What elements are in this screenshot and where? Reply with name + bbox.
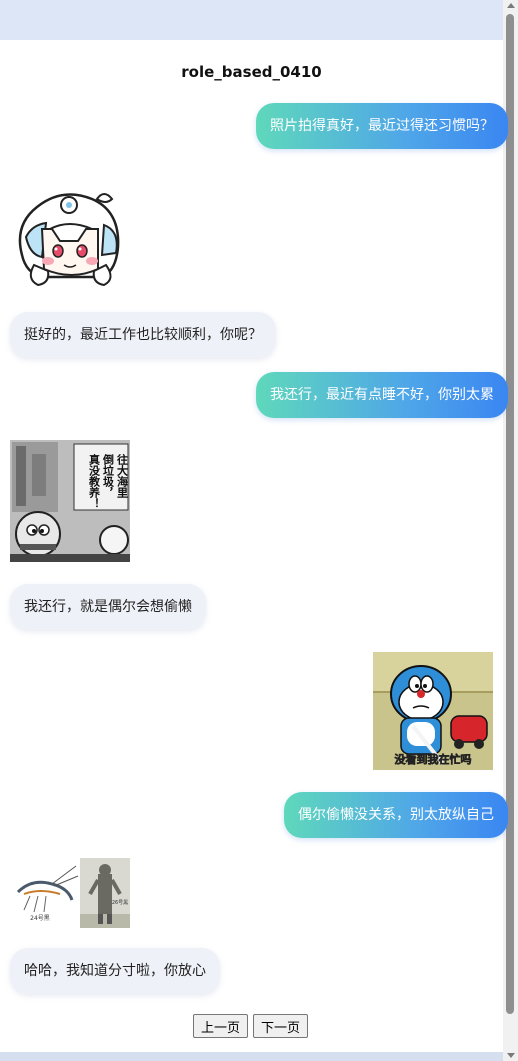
svg-text:倒垃圾，: 倒垃圾，: [102, 453, 116, 498]
top-bar: [0, 0, 503, 40]
bot-message: 我还行，就是偶尔会想偷懒: [10, 584, 206, 630]
sticker-caption: 没看到我在忙吗: [395, 752, 472, 766]
scrollbar[interactable]: [503, 0, 518, 1061]
user-message: 偶尔偷懒没关系，别太放纵自己: [284, 792, 508, 838]
scrollbar-thumb[interactable]: [506, 14, 514, 1014]
anime-girl-sticker: [12, 185, 130, 293]
pagination: 上一页 下一页: [193, 1014, 309, 1038]
bot-message: 挺好的，最近工作也比较顺利，你呢？: [10, 312, 276, 358]
page-title: role_based_0410: [181, 63, 322, 81]
shrimp-and-ultraman-sticker: 24号黑 26号黑: [10, 858, 130, 928]
bot-message: 哈哈，我知道分寸啦，你放心: [10, 948, 220, 994]
user-message: 照片拍得真好，最近过得还习惯吗？: [256, 103, 508, 149]
svg-text:往大海里: 往大海里: [116, 453, 129, 499]
bottom-bar: [0, 1052, 503, 1061]
next-page-button[interactable]: 下一页: [253, 1014, 309, 1038]
scroll-up-arrow-icon[interactable]: [507, 3, 515, 8]
sticker-caption-left: 24号黑: [30, 915, 50, 922]
manga-doraemon-sticker: 往大海里 倒垃圾， 真没教养！: [10, 440, 130, 562]
prev-page-button[interactable]: 上一页: [193, 1014, 249, 1038]
sticker-caption-right: 26号黑: [112, 900, 128, 906]
svg-text:真没教养！: 真没教养！: [88, 453, 102, 509]
doraemon-vacuum-sticker: 没看到我在忙吗: [373, 652, 493, 770]
user-message: 我还行，最近有点睡不好，你别太累: [256, 372, 508, 418]
scroll-down-arrow-icon[interactable]: [507, 1053, 515, 1058]
